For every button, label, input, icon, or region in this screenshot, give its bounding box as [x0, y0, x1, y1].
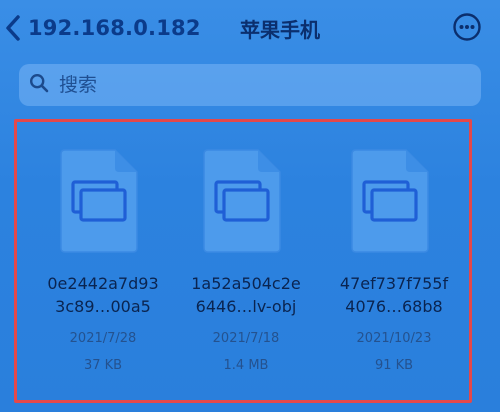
- file-size: 1.4 MB: [223, 358, 269, 373]
- file-name: 0e2442a7d93 3c89…00a5: [47, 274, 159, 316]
- search-bar[interactable]: [19, 64, 481, 106]
- search-input[interactable]: [57, 73, 441, 97]
- file-date: 2021/10/23: [356, 331, 432, 346]
- file-size: 91 KB: [374, 358, 414, 373]
- back-button-label: 192.168.0.182: [28, 16, 201, 40]
- file-grid: 0e2442a7d93 3c89…00a5 2021/7/28 37 KB 1a…: [14, 119, 472, 403]
- file-item[interactable]: 0e2442a7d93 3c89…00a5 2021/7/28 37 KB: [33, 148, 173, 388]
- file-name: 1a52a504c2e 6446…lv-obj: [191, 274, 301, 316]
- nav-header: 192.168.0.182 苹果手机: [0, 0, 500, 56]
- page-title: 苹果手机: [240, 18, 320, 42]
- chevron-left-icon: [4, 14, 22, 42]
- file-date: 2021/7/18: [212, 331, 280, 346]
- document-icon: [202, 148, 282, 254]
- document-icon: [59, 148, 139, 254]
- back-button[interactable]: 192.168.0.182: [4, 10, 201, 46]
- document-icon: [350, 148, 430, 254]
- file-item[interactable]: 1a52a504c2e 6446…lv-obj 2021/7/18 1.4 MB: [176, 148, 316, 388]
- file-size: 37 KB: [83, 358, 123, 373]
- ellipsis-circle-icon: [452, 13, 482, 46]
- file-item[interactable]: 47ef737f755f 4076…68b8 2021/10/23 91 KB: [324, 148, 464, 388]
- file-date: 2021/7/28: [69, 331, 137, 346]
- search-icon: [29, 73, 49, 97]
- more-options-button[interactable]: [452, 12, 482, 42]
- file-name: 47ef737f755f 4076…68b8: [339, 274, 449, 316]
